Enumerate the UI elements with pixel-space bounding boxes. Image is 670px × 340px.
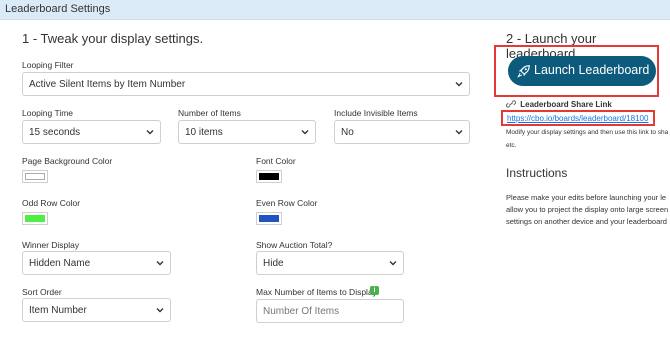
sort-order-value: Item Number bbox=[29, 305, 87, 316]
launch-leaderboard-button[interactable]: Launch Leaderboard bbox=[508, 56, 656, 86]
include-invisible-select[interactable]: No bbox=[334, 120, 470, 144]
even-row-color-fill bbox=[259, 215, 279, 222]
chevron-down-icon bbox=[455, 82, 463, 87]
chevron-down-icon bbox=[455, 130, 463, 135]
number-of-items-label: Number of Items bbox=[178, 108, 241, 118]
font-color-fill bbox=[259, 173, 279, 180]
odd-row-color-fill bbox=[25, 215, 45, 222]
chevron-down-icon bbox=[156, 308, 164, 313]
settings-header-title: Leaderboard Settings bbox=[5, 3, 111, 15]
max-items-placeholder: Number Of Items bbox=[263, 306, 340, 317]
font-color-swatch[interactable] bbox=[256, 170, 282, 183]
link-icon bbox=[506, 100, 516, 108]
include-invisible-label: Include Invisible Items bbox=[334, 108, 418, 118]
section-1-title: 1 - Tweak your display settings. bbox=[22, 31, 204, 46]
share-note-line2: etc. bbox=[506, 142, 517, 149]
even-row-color-label: Even Row Color bbox=[256, 198, 318, 208]
sort-order-select[interactable]: Item Number bbox=[22, 298, 171, 322]
winner-display-value: Hidden Name bbox=[29, 258, 91, 269]
instructions-line1: Please make your edits before launching … bbox=[506, 193, 667, 202]
even-row-color-swatch[interactable] bbox=[256, 212, 282, 225]
info-icon[interactable]: i bbox=[370, 286, 379, 295]
max-items-label: Max Number of Items to Display bbox=[256, 287, 377, 297]
page-bg-color-fill bbox=[25, 173, 45, 180]
odd-row-color-label: Odd Row Color bbox=[22, 198, 81, 208]
instructions-line2: allow you to project the display onto la… bbox=[506, 205, 669, 214]
launch-highlight-box: Launch Leaderboard bbox=[494, 45, 659, 97]
number-of-items-value: 10 items bbox=[185, 127, 223, 138]
share-link-heading: Leaderboard Share Link bbox=[506, 100, 612, 109]
looping-filter-select[interactable]: Active Silent Items by Item Number bbox=[22, 72, 470, 96]
share-link-heading-text: Leaderboard Share Link bbox=[520, 100, 612, 109]
chevron-down-icon bbox=[389, 261, 397, 266]
chevron-down-icon bbox=[156, 261, 164, 266]
chevron-down-icon bbox=[146, 130, 154, 135]
sort-order-label: Sort Order bbox=[22, 287, 62, 297]
launch-leaderboard-label: Launch Leaderboard bbox=[534, 63, 650, 77]
number-of-items-select[interactable]: 10 items bbox=[178, 120, 316, 144]
font-color-label: Font Color bbox=[256, 156, 296, 166]
settings-header-bar: Leaderboard Settings bbox=[0, 0, 670, 20]
looping-filter-label: Looping Filter bbox=[22, 60, 74, 70]
include-invisible-value: No bbox=[341, 127, 354, 138]
share-link-highlight-box: https://cbo.io/boards/leaderboard/18100 bbox=[501, 110, 655, 126]
looping-filter-value: Active Silent Items by Item Number bbox=[29, 79, 186, 90]
show-auction-total-select[interactable]: Hide bbox=[256, 251, 404, 275]
winner-display-label: Winner Display bbox=[22, 240, 80, 250]
show-auction-total-value: Hide bbox=[263, 258, 284, 269]
share-note-line1: Modify your display settings and then us… bbox=[506, 129, 669, 136]
looping-time-label: Looping Time bbox=[22, 108, 74, 118]
winner-display-select[interactable]: Hidden Name bbox=[22, 251, 171, 275]
max-items-input[interactable]: Number Of Items bbox=[256, 299, 404, 323]
chevron-down-icon bbox=[301, 130, 309, 135]
odd-row-color-swatch[interactable] bbox=[22, 212, 48, 225]
show-auction-total-label: Show Auction Total? bbox=[256, 240, 333, 250]
page-bg-color-label: Page Background Color bbox=[22, 156, 113, 166]
share-link-url[interactable]: https://cbo.io/boards/leaderboard/18100 bbox=[507, 114, 648, 123]
rocket-icon bbox=[517, 65, 530, 78]
instructions-line3: settings on another device and your lead… bbox=[506, 217, 667, 226]
page-bg-color-swatch[interactable] bbox=[22, 170, 48, 183]
looping-time-select[interactable]: 15 seconds bbox=[22, 120, 161, 144]
instructions-title: Instructions bbox=[506, 166, 568, 180]
looping-time-value: 15 seconds bbox=[29, 127, 81, 138]
